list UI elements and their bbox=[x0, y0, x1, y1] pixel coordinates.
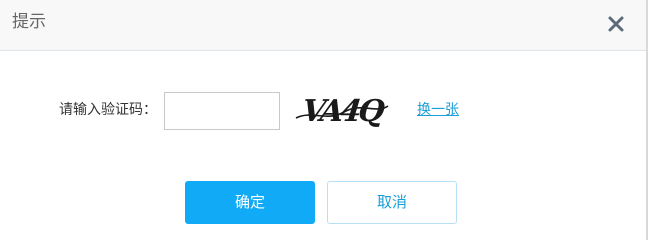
dialog-header: 提示 bbox=[0, 0, 646, 51]
dialog-title: 提示 bbox=[12, 12, 46, 32]
captcha-label: 请输入验证码： bbox=[59, 102, 157, 118]
confirm-button[interactable]: 确定 bbox=[185, 181, 315, 224]
captcha-input[interactable] bbox=[164, 92, 280, 130]
captcha-image[interactable]: VA4Q bbox=[292, 92, 392, 130]
close-icon[interactable] bbox=[603, 11, 629, 37]
cancel-button[interactable]: 取消 bbox=[327, 181, 457, 224]
captcha-dialog: 提示 请输入验证码： VA4Q 换一张 确定 取消 bbox=[0, 0, 648, 240]
refresh-captcha-link[interactable]: 换一张 bbox=[417, 101, 459, 119]
